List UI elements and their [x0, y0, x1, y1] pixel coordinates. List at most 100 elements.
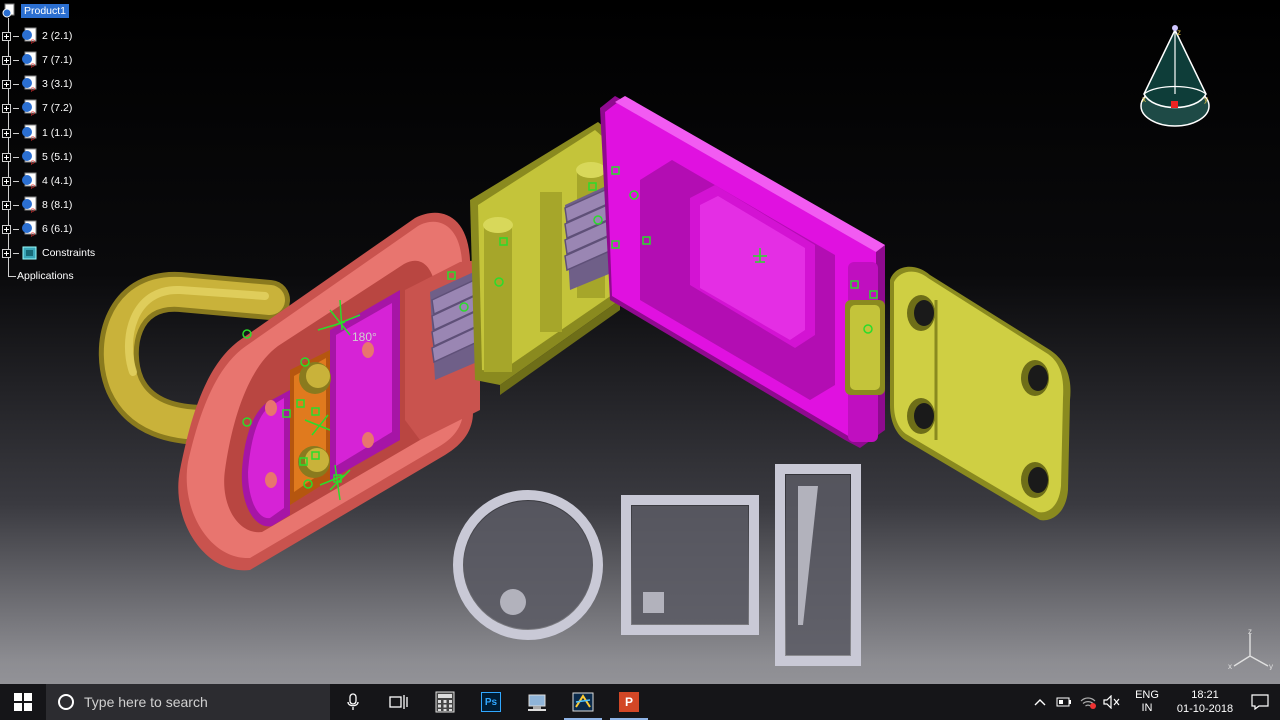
taskbar-app-powerpoint[interactable]: P [606, 684, 652, 720]
svg-text:x: x [1228, 662, 1232, 670]
calculator-icon [435, 691, 455, 713]
tree-item-part[interactable]: P 7 (7.1) [2, 51, 72, 69]
tree-item-part[interactable]: P 3 (3.1) [2, 75, 72, 93]
taskbar-app-photoshop[interactable]: Ps [468, 684, 514, 720]
catia-icon [572, 692, 594, 712]
part-icon: P [22, 220, 37, 238]
part-icon: P [22, 148, 37, 166]
battery-icon [1056, 697, 1071, 707]
tree-item-part[interactable]: P 1 (1.1) [2, 124, 72, 142]
start-button[interactable] [0, 684, 46, 720]
expand-icon[interactable] [2, 31, 11, 41]
tree-item-part[interactable]: P 5 (5.1) [2, 148, 72, 166]
network-drive-icon [528, 694, 546, 711]
tree-item-label: Constraints [42, 247, 96, 259]
expand-icon[interactable] [2, 224, 11, 234]
microphone-icon [347, 693, 359, 710]
part-icon: P [22, 75, 37, 93]
tree-item-label: 4 (4.1) [42, 175, 73, 187]
tree-item-label: 7 (7.2) [42, 102, 73, 114]
expand-icon[interactable] [2, 55, 11, 65]
tree-item-part[interactable]: P 4 (4.1) [2, 172, 72, 190]
tree-item-label: 7 (7.1) [42, 54, 73, 66]
clock-button[interactable]: 18:21 01-10-2018 [1170, 688, 1240, 716]
tree-item-label: 8 (8.1) [42, 199, 73, 211]
volume-muted-icon [1103, 695, 1120, 709]
photoshop-icon: Ps [481, 692, 501, 712]
constraints-icon [22, 246, 37, 260]
search-placeholder: Type here to search [84, 694, 208, 710]
tree-item-applications[interactable]: Applications [8, 270, 74, 282]
expand-icon[interactable] [2, 152, 11, 162]
notification-icon [1251, 694, 1269, 710]
show-hidden-icons-button[interactable] [1029, 684, 1051, 720]
expand-icon[interactable] [2, 176, 11, 186]
tree-item-label: Applications [17, 270, 74, 282]
language-region: IN [1141, 702, 1153, 714]
search-input[interactable]: Type here to search [46, 684, 330, 720]
network-button[interactable] [1077, 684, 1099, 720]
wifi-disconnected-icon [1080, 697, 1096, 709]
svg-text:P: P [31, 233, 35, 238]
compass-x-label: x [1142, 95, 1146, 104]
angle-label: 180° [352, 330, 377, 344]
task-view-button[interactable] [376, 684, 422, 720]
lock-body-part[interactable] [178, 212, 480, 571]
tree-item-part[interactable]: P 6 (6.1) [2, 220, 72, 238]
tree-item-constraints[interactable]: Constraints [2, 244, 95, 262]
tree-root[interactable]: Product1 [2, 3, 70, 19]
input-language-button[interactable]: ENG IN [1130, 689, 1164, 715]
compass-z-label: z [1177, 28, 1181, 37]
svg-text:P: P [31, 161, 35, 166]
volume-button[interactable] [1101, 684, 1123, 720]
svg-text:P: P [31, 88, 35, 93]
svg-text:y: y [1269, 662, 1273, 670]
task-view-icon [389, 695, 408, 709]
tree-item-label: 1 (1.1) [42, 127, 73, 139]
svg-text:P: P [31, 185, 35, 190]
svg-text:P: P [31, 209, 35, 214]
part-icon: P [22, 124, 37, 142]
back-plate-part[interactable] [600, 96, 885, 448]
expand-icon[interactable] [2, 103, 11, 113]
svg-text:P: P [31, 64, 35, 69]
expand-icon[interactable] [2, 128, 11, 138]
part-icon: P [22, 196, 37, 214]
part-icon: P [22, 51, 37, 69]
battery-button[interactable] [1053, 684, 1075, 720]
svg-text:z: z [1248, 627, 1252, 636]
hinge-leaf-part[interactable] [845, 266, 1071, 521]
3d-viewport[interactable]: 180° [0, 0, 1280, 684]
taskbar-app-calculator[interactable] [422, 684, 468, 720]
expand-icon[interactable] [2, 79, 11, 89]
expand-icon[interactable] [2, 248, 11, 258]
axis-triad-icon: z x y [1228, 627, 1273, 670]
tree-item-part[interactable]: P 8 (8.1) [2, 196, 72, 214]
tree-item-part[interactable]: P 7 (7.2) [2, 99, 72, 117]
svg-text:P: P [31, 112, 35, 117]
overlay-circle-shape [453, 490, 603, 640]
svg-text:P: P [31, 137, 35, 142]
tree-item-part[interactable]: P 2 (2.1) [2, 27, 72, 45]
tree-item-label: 6 (6.1) [42, 223, 73, 235]
expand-icon[interactable] [2, 200, 11, 210]
taskbar-app-network[interactable] [514, 684, 560, 720]
windows-logo-icon [14, 693, 32, 711]
taskbar-app-catia[interactable] [560, 684, 606, 720]
action-center-button[interactable] [1240, 684, 1280, 720]
compass-widget[interactable]: z x y [1138, 22, 1214, 130]
specification-tree[interactable]: Product1 P 2 (2.1) P 7 (7.1) P 3 (3.1) P… [0, 0, 110, 290]
clock-date: 01-10-2018 [1176, 703, 1234, 715]
product-icon [2, 3, 15, 18]
tree-item-label: 5 (5.1) [42, 151, 73, 163]
svg-text:P: P [31, 40, 35, 45]
compass-y-label: y [1204, 95, 1208, 104]
tree-item-label: 2 (2.1) [42, 30, 73, 42]
part-icon: P [22, 27, 37, 45]
powerpoint-icon: P [619, 692, 639, 712]
cortana-icon [58, 694, 74, 710]
language-code: ENG [1135, 689, 1159, 701]
overlay-rectangle-shape [775, 464, 861, 666]
microphone-button[interactable] [330, 684, 376, 720]
overlay-square-shape [621, 495, 759, 635]
